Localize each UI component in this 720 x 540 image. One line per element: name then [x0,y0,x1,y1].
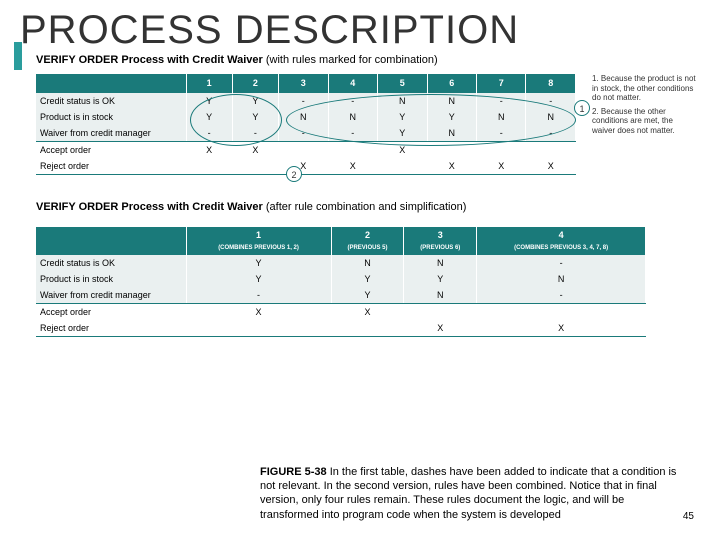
col-5: 5 [378,74,427,92]
table1-wrap: 1 2 3 4 5 6 7 8 Credit status is OK YY--… [36,74,696,175]
cond-label: Credit status is OK [36,255,186,272]
col-7: 7 [477,74,526,92]
table1-header-row: 1 2 3 4 5 6 7 8 [36,74,576,92]
cond-label: Waiver from credit manager [36,287,186,304]
table1-header-blank [36,74,186,92]
sub-2: (PREVIOUS 5) [331,243,404,255]
col-2: 2 [232,74,278,92]
table-row: Waiver from credit manager -YN- [36,287,646,304]
note-1: 1. Because the product is not in stock, … [592,74,696,103]
sub-3: (PREVIOUS 6) [404,243,477,255]
table2-title-light: (after rule combination and simplificati… [263,201,467,213]
col-3: 3 [404,227,477,243]
content-area: VERIFY ORDER Process with Credit Waiver … [36,54,696,337]
table-row: Accept order XXX [36,141,576,158]
action-label: Accept order [36,141,186,158]
table-row: Accept order XX [36,304,646,321]
col-6: 6 [427,74,476,92]
callout-marker-1: 1 [574,100,590,116]
table-row: Credit status is OK YNN- [36,255,646,272]
cond-label: Waiver from credit manager [36,125,186,142]
col-3: 3 [279,74,328,92]
table2-header-blank [36,227,186,255]
background-title: PROCESS DESCRIPTION [20,8,519,53]
table2-title: VERIFY ORDER Process with Credit Waiver … [36,201,696,213]
page-number: 45 [683,511,694,522]
table-row: Reject order XXXXX [36,158,576,175]
col-8: 8 [526,74,576,92]
table1-title-bold: VERIFY ORDER Process with Credit Waiver [36,54,263,66]
col-4: 4 [328,74,377,92]
cond-label: Product is in stock [36,271,186,287]
cond-label: Product is in stock [36,109,186,125]
table1-title: VERIFY ORDER Process with Credit Waiver … [36,54,696,66]
col-1: 1 [186,74,232,92]
accent-bar [14,42,22,70]
cond-label: Credit status is OK [36,92,186,109]
col-4: 4 [477,227,646,243]
oval-mark-cols12 [190,94,282,146]
callout-marker-2: 2 [286,166,302,182]
table2-title-bold: VERIFY ORDER Process with Credit Waiver [36,201,263,213]
figure-caption: FIGURE 5-38 In the first table, dashes h… [260,465,680,522]
sub-4: (COMBINES PREVIOUS 3, 4, 7, 8) [477,243,646,255]
side-notes: 1. Because the product is not in stock, … [592,74,696,140]
col-1: 1 [186,227,331,243]
col-2: 2 [331,227,404,243]
decision-table-2: 1 2 3 4 (COMBINES PREVIOUS 1, 2) (PREVIO… [36,227,646,338]
note-2: 2. Because the other conditions are met,… [592,107,696,136]
action-label: Accept order [36,304,186,321]
action-label: Reject order [36,320,186,337]
figure-number: FIGURE 5-38 [260,466,327,478]
action-label: Reject order [36,158,186,175]
table2-header-row: 1 2 3 4 [36,227,646,243]
table-row: Reject order XX [36,320,646,337]
table-row: Product is in stock YYYN [36,271,646,287]
table1-title-light: (with rules marked for combination) [263,54,438,66]
oval-mark-cols3478 [286,94,576,146]
sub-1: (COMBINES PREVIOUS 1, 2) [186,243,331,255]
